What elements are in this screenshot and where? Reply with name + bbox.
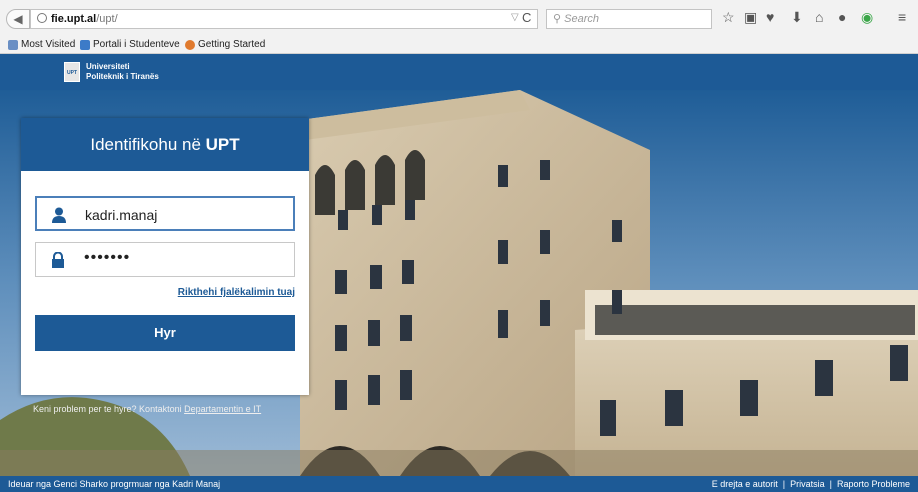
bookmark-label: Getting Started <box>198 39 266 50</box>
site-footer: Ideuar nga Genci Sharko progrmuar nga Ka… <box>0 476 918 492</box>
reload-icon[interactable]: C <box>522 10 531 25</box>
username-value: kadri.manaj <box>85 207 158 223</box>
url-path: /upt/ <box>96 13 118 25</box>
address-bar[interactable]: fie.upt.al/upt/ <box>30 9 538 29</box>
firefox-icon <box>185 39 195 50</box>
web-page: UPT Universiteti Politeknik i Tiranës Id… <box>0 54 918 492</box>
password-field[interactable]: ••••••• <box>35 242 295 277</box>
upt-logo[interactable]: UPT <box>64 62 80 82</box>
logo-line-1: Universiteti <box>86 62 130 71</box>
globe-icon <box>37 13 47 23</box>
password-value: ••••••• <box>84 249 131 266</box>
menu-icon[interactable]: ≡ <box>898 9 906 25</box>
pocket-icon[interactable]: ♥ <box>766 9 774 25</box>
clipboard-icon[interactable]: ▣ <box>744 9 757 26</box>
bookmark-label: Most Visited <box>21 39 76 50</box>
chat-icon[interactable]: ● <box>838 9 846 25</box>
search-input[interactable]: ⚲ Search <box>546 9 712 29</box>
download-icon[interactable]: ⬇ <box>791 9 803 26</box>
logo-text: Universiteti Politeknik i Tiranës <box>86 62 159 82</box>
portal-icon <box>80 39 90 50</box>
problem-contact-text: Keni problem per te hyre? Kontaktoni Dep… <box>33 404 261 414</box>
user-icon <box>52 207 66 223</box>
logo-badge: UPT <box>67 70 77 76</box>
login-title-prefix: Identifikohu në <box>90 135 206 154</box>
folder-icon <box>8 39 18 50</box>
it-department-link[interactable]: Departamentin e IT <box>184 404 261 414</box>
bookmarks-bar: Most Visited Portali i Studenteve Gettin… <box>0 36 918 54</box>
search-icon: ⚲ <box>553 13 565 25</box>
login-title: Identifikohu në UPT <box>21 118 309 171</box>
login-title-bold: UPT <box>205 135 240 154</box>
login-button[interactable]: Hyr <box>35 315 295 351</box>
url-host: fie.upt.al <box>51 13 97 25</box>
home-icon[interactable]: ⌂ <box>815 9 823 25</box>
star-icon[interactable]: ☆ <box>722 9 735 26</box>
search-placeholder: Search <box>564 13 599 25</box>
logo-line-2: Politeknik i Tiranës <box>86 72 159 81</box>
site-header: UPT Universiteti Politeknik i Tiranës <box>0 54 918 90</box>
login-card: Identifikohu në UPT kadri.manaj ••••••• … <box>21 118 309 395</box>
addon-icon[interactable]: ◉ <box>861 9 873 26</box>
reset-password-link[interactable]: Rikthehi fjalëkalimin tuaj <box>35 287 295 298</box>
bookmark-most-visited[interactable]: Most Visited <box>8 39 75 50</box>
username-field[interactable]: kadri.manaj <box>35 196 295 231</box>
bookmark-label: Portali i Studenteve <box>93 39 180 50</box>
bookmark-portali[interactable]: Portali i Studenteve <box>80 39 180 50</box>
back-button[interactable]: ◀ <box>6 9 30 29</box>
browser-toolbar: ◀ fie.upt.al/upt/ ▽ C ⚲ Search ☆ ▣ ♥ ⬇ ⌂… <box>0 0 918 36</box>
footer-links[interactable]: E drejta e autorit | Privatsia | Raporto… <box>712 476 910 492</box>
problem-text: Keni problem per te hyre? Kontaktoni <box>33 404 185 414</box>
lock-icon <box>52 252 64 268</box>
footer-credits: Ideuar nga Genci Sharko progrmuar nga Ka… <box>8 479 221 489</box>
history-dropdown-icon[interactable]: ▽ <box>511 12 519 23</box>
bookmark-getting-started[interactable]: Getting Started <box>185 39 265 50</box>
